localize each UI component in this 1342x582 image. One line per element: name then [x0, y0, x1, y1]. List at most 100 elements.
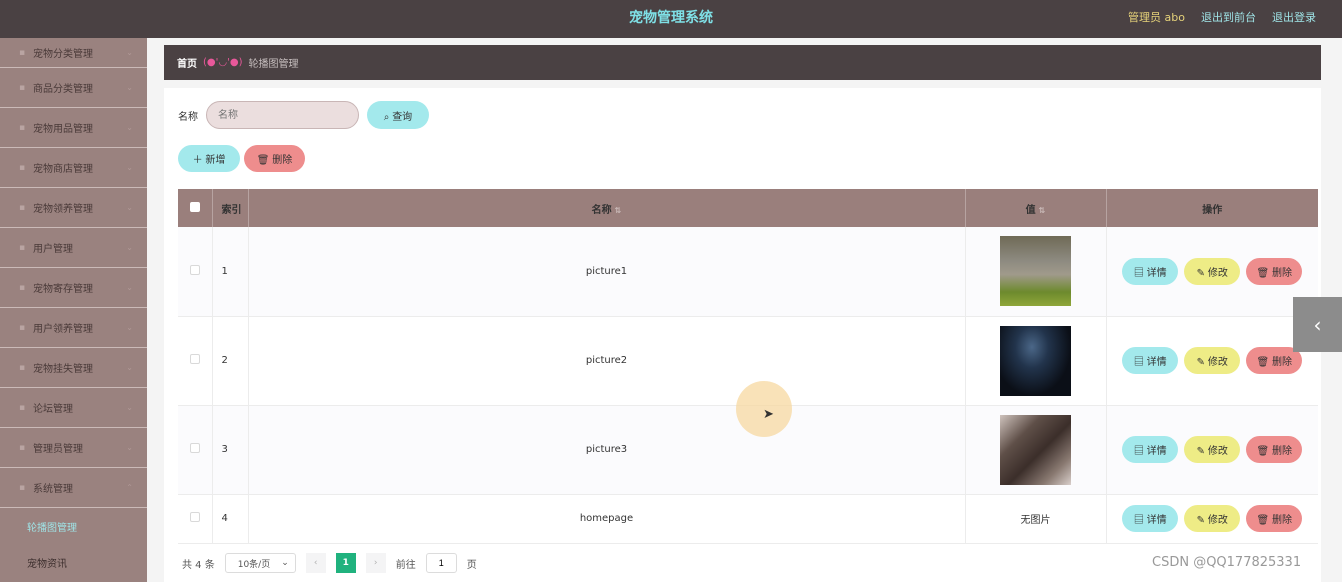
batch-delete-button[interactable]: 🗑 删除 [244, 145, 305, 172]
chevron-down-icon: ⌄ [126, 363, 133, 372]
table-header-row: 索引 名称 ⇅ 值 ⇅ 操作 [178, 189, 1318, 227]
chevron-down-icon: ⌄ [126, 163, 133, 172]
breadcrumb-current: 轮播图管理 [248, 59, 299, 70]
row-checkbox[interactable] [189, 512, 200, 522]
row-select-cell [178, 494, 213, 544]
menu-icon: ▪ [18, 162, 26, 173]
sidebar-item-goods-category[interactable]: ▪ 商品分类管理 ⌄ [0, 68, 147, 108]
row-name: picture3 [248, 405, 966, 495]
row-image-cell [965, 227, 1107, 317]
delete-button[interactable]: 🗑 删除 [1246, 436, 1303, 463]
sidebar-item-pet-boarding[interactable]: ▪ 宠物寄存管理 ⌄ [0, 268, 147, 308]
dark-thumbnail-image [1000, 325, 1071, 396]
row-image-cell [965, 316, 1107, 406]
data-table: 索引 名称 ⇅ 值 ⇅ 操作 1 picture1 ▤ 详情 ✎ 修改 🗑 删除… [178, 189, 1318, 544]
sidebar-item-admins[interactable]: ▪ 管理员管理 ⌄ [0, 428, 147, 468]
sidebar-item-pet-adoption[interactable]: ▪ 宠物领养管理 ⌄ [0, 188, 147, 228]
sidebar-item-pet-shop[interactable]: ▪ 宠物商店管理 ⌄ [0, 148, 147, 188]
sidebar-item-label: 宠物挂失管理 [33, 364, 93, 375]
breadcrumb-home[interactable]: 首页 [177, 55, 197, 70]
chevron-left-icon: ‹ [313, 558, 318, 568]
edit-button[interactable]: ✎ 修改 [1184, 436, 1241, 463]
sidebar-item-pet-lost[interactable]: ▪ 宠物挂失管理 ⌄ [0, 348, 147, 388]
sidebar-item-label: 管理员管理 [33, 444, 83, 455]
sidebar-item-system[interactable]: ▪ 系统管理 ⌃ [0, 468, 147, 508]
edit-button[interactable]: ✎ 修改 [1184, 257, 1241, 285]
row-select-cell [178, 227, 213, 317]
search-input[interactable] [206, 101, 359, 129]
row-op-group: ▤ 详情 ✎ 修改 🗑 删除 [1107, 436, 1319, 463]
cat-thumbnail-image [1000, 236, 1071, 307]
current-user: 管理员 abo [1128, 11, 1185, 24]
sidebar-item-pet-supplies[interactable]: ▪ 宠物用品管理 ⌄ [0, 108, 147, 148]
sidebar-item-label: 宠物用品管理 [33, 124, 93, 135]
cat-thumbnail-image [1000, 414, 1071, 485]
goto-page-input[interactable] [425, 553, 457, 573]
chevron-down-icon: ⌄ [126, 283, 133, 292]
header-value[interactable]: 值 ⇅ [965, 189, 1107, 227]
row-op-group: ▤ 详情 ✎ 修改 🗑 删除 [1107, 505, 1319, 532]
sidebar-item-user-adoption[interactable]: ▪ 用户领养管理 ⌄ [0, 308, 147, 348]
exit-to-front-link[interactable]: 退出到前台 [1201, 0, 1256, 36]
menu-icon: ▪ [18, 362, 26, 373]
delete-button[interactable]: 🗑 删除 [1246, 505, 1303, 532]
main-area: 首页 (●'◡'●) 轮播图管理 名称 ⌕ 查询 ＋ 新增 🗑 删除 [147, 38, 1342, 582]
mouse-cursor-icon: ➤ [763, 407, 774, 422]
pagination: 共 4 条 10条/页 ⌄ ‹ 1 › 前往 页 [182, 553, 477, 573]
query-button-label: 查询 [392, 111, 413, 123]
row-checkbox[interactable] [189, 264, 200, 275]
header-index: 索引 [212, 189, 249, 227]
edit-label: 修改 [1207, 357, 1228, 368]
sidebar-item-forum[interactable]: ▪ 论坛管理 ⌄ [0, 388, 147, 428]
page-size-select[interactable]: 10条/页 ⌄ [224, 553, 296, 573]
delete-button[interactable]: 🗑 删除 [1246, 257, 1303, 285]
chevron-down-icon: ⌄ [126, 203, 133, 212]
logout-link[interactable]: 退出登录 [1272, 0, 1316, 36]
sidebar-item-label: 商品分类管理 [33, 84, 93, 95]
chevron-down-icon: ⌄ [281, 558, 289, 568]
row-checkbox[interactable] [189, 354, 200, 364]
sort-icon[interactable]: ⇅ [615, 206, 622, 215]
sidebar-item-label: 系统管理 [33, 484, 73, 495]
select-all-checkbox[interactable] [189, 201, 200, 212]
menu-icon: ▪ [18, 202, 26, 213]
trash-icon: 🗑 [1256, 446, 1270, 457]
sidebar-subitem-news[interactable]: 宠物资讯 [0, 544, 147, 580]
query-button[interactable]: ⌕ 查询 [367, 101, 429, 129]
page-number-current[interactable]: 1 [335, 553, 356, 573]
chevron-down-icon: ⌄ [126, 48, 133, 57]
sort-icon[interactable]: ⇅ [1039, 206, 1046, 215]
sidebar-subitem-carousel[interactable]: 轮播图管理 [0, 508, 147, 544]
chevron-up-icon: ⌃ [126, 483, 133, 492]
sidebar-item-label: 宠物商店管理 [33, 164, 93, 175]
row-ops: ▤ 详情 ✎ 修改 🗑 删除 [1106, 227, 1318, 317]
detail-button[interactable]: ▤ 详情 [1122, 505, 1179, 532]
detail-button[interactable]: ▤ 详情 [1122, 347, 1179, 374]
table-row: 1 picture1 ▤ 详情 ✎ 修改 🗑 删除 [178, 227, 1318, 317]
edit-label: 修改 [1207, 515, 1228, 526]
sidebar-item-pet-category[interactable]: ▪ 宠物分类管理 ⌄ [0, 38, 147, 68]
page-size-value: 10条/页 [237, 559, 271, 570]
action-bar: ＋ 新增 🗑 删除 [178, 145, 305, 172]
prev-page-button[interactable]: ‹ [305, 553, 326, 573]
header-name[interactable]: 名称 ⇅ [248, 189, 966, 227]
row-value: 无图片 [965, 494, 1107, 544]
next-page-button[interactable]: › [365, 553, 386, 573]
edit-button[interactable]: ✎ 修改 [1184, 505, 1241, 532]
row-select-cell [178, 316, 213, 406]
top-bar: 宠物管理系统 管理员 abo 退出到前台 退出登录 [0, 0, 1342, 38]
edit-button[interactable]: ✎ 修改 [1184, 347, 1241, 374]
sidebar-item-users[interactable]: ▪ 用户管理 ⌄ [0, 228, 147, 268]
detail-button[interactable]: ▤ 详情 [1122, 436, 1179, 463]
collapse-panel-button[interactable]: ‹ [1293, 297, 1342, 352]
row-image-cell [965, 405, 1107, 495]
document-icon: ▤ [1133, 267, 1144, 279]
detail-button[interactable]: ▤ 详情 [1122, 257, 1179, 285]
document-icon: ▤ [1133, 515, 1144, 526]
trash-icon: 🗑 [1256, 515, 1270, 526]
row-checkbox[interactable] [189, 443, 200, 453]
flag-icon: ▪ [18, 442, 26, 453]
add-button[interactable]: ＋ 新增 [178, 145, 240, 172]
search-label: 名称 [178, 111, 198, 123]
search-icon: ⌕ [383, 111, 390, 123]
